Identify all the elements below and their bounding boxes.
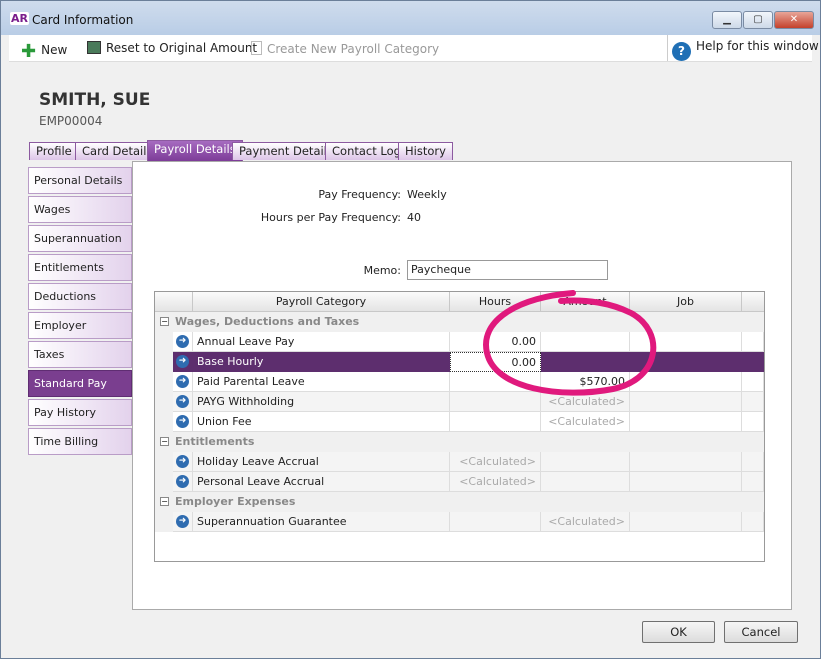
annotation-circle: [483, 290, 657, 396]
ok-button[interactable]: OK: [642, 621, 715, 643]
card-information-window: AR Card Information ▁ ▢ ✕ ✚ New Reset to …: [0, 0, 821, 659]
cancel-button[interactable]: Cancel: [724, 621, 798, 643]
annotation-stroke: [483, 290, 657, 396]
